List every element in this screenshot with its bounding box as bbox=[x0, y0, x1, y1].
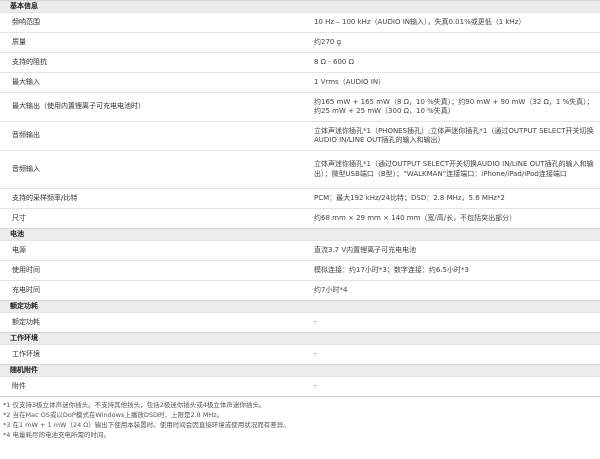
table-row: 支持的阻抗 8 Ω - 600 Ω bbox=[0, 52, 600, 73]
table-row: 使用时间 模拟连接：约17小时*3；数字连接：约6.5小时*3 bbox=[0, 260, 600, 281]
spec-label: 最大输出（使用内置锂离子可充电电池时） bbox=[0, 92, 300, 122]
table-row: 工作环境 - bbox=[0, 344, 600, 365]
spec-value: 约165 mW + 165 mW（8 Ω，10 %失真）；约90 mW + 90… bbox=[300, 92, 600, 122]
section-header: 工作环境 bbox=[0, 332, 600, 345]
table-row: 质量 约270 g bbox=[0, 32, 600, 53]
spec-label: 额定功耗 bbox=[0, 312, 300, 333]
section-title: 额定功耗 bbox=[0, 300, 600, 313]
spec-label: 质量 bbox=[0, 32, 300, 53]
spec-label: 工作环境 bbox=[0, 344, 300, 365]
table-row: 额定功耗 - bbox=[0, 312, 600, 333]
spec-table: 基本信息 频响范围 10 Hz – 100 kHz（AUDIO IN输入），失真0.… bbox=[0, 0, 600, 396]
section-header: 额定功耗 bbox=[0, 300, 600, 313]
section-title: 基本信息 bbox=[0, 0, 600, 13]
table-row: 音频输出 立体声迷你插孔*1（PHONES插孔）;立体声迷你插孔*1（通过OUTP… bbox=[0, 121, 600, 151]
table-row: 尺寸 约68 mm × 29 mm × 140 mm（宽/高/长，不包括突出部分） bbox=[0, 208, 600, 229]
table-row: 频响范围 10 Hz – 100 kHz（AUDIO IN输入），失真0.01%或… bbox=[0, 12, 600, 33]
table-row: 附件 - bbox=[0, 376, 600, 396]
table-row: 电源 直流3.7 V内置锂离子可充电电池 bbox=[0, 240, 600, 261]
footnotes: *1 仅支持3极立体声迷你插头。不支持其他插头，包括2极迷你插头或4极立体声迷你… bbox=[0, 396, 600, 440]
spec-value: 8 Ω - 600 Ω bbox=[300, 52, 600, 73]
spec-value: - bbox=[300, 344, 600, 365]
spec-label: 支持的采样频率/比特 bbox=[0, 188, 300, 209]
spec-label: 附件 bbox=[0, 376, 300, 396]
spec-value: 10 Hz – 100 kHz（AUDIO IN输入），失真0.01%或更低（1… bbox=[300, 12, 600, 33]
footnote: *1 仅支持3极立体声迷你插头。不支持其他插头，包括2极迷你插头或4极立体声迷你… bbox=[3, 401, 266, 409]
spec-value: 直流3.7 V内置锂离子可充电电池 bbox=[300, 240, 600, 261]
section-header: 随机附件 bbox=[0, 364, 600, 377]
spec-label: 尺寸 bbox=[0, 208, 300, 229]
table-row: 充电时间 约7小时*4 bbox=[0, 280, 600, 301]
table-row: 音频输入 立体声迷你插孔*1（通过OUTPUT SELECT开关切换AUDIO I… bbox=[0, 150, 600, 189]
footnote: *3 在1 mW + 1 mW（24 Ω）输出下使用本装置时。使用时间会因直接环… bbox=[3, 421, 290, 429]
section-title: 随机附件 bbox=[0, 364, 600, 377]
spec-value: PCM：最大192 kHz/24比特；DSD：2.8 MHz，5.6 MHz*2 bbox=[300, 188, 600, 209]
spec-value: - bbox=[300, 312, 600, 333]
spec-value: 约7小时*4 bbox=[300, 280, 600, 301]
spec-value: - bbox=[300, 376, 600, 396]
section-title: 工作环境 bbox=[0, 332, 600, 345]
spec-label: 电源 bbox=[0, 240, 300, 261]
spec-value: 模拟连接：约17小时*3；数字连接：约6.5小时*3 bbox=[300, 260, 600, 281]
spec-value: 立体声迷你插孔*1（PHONES插孔）;立体声迷你插孔*1（通过OUTPUT S… bbox=[300, 121, 600, 151]
spec-value: 约270 g bbox=[300, 32, 600, 53]
table-row: 最大输入 1 Vrms（AUDIO IN） bbox=[0, 72, 600, 93]
spec-label: 充电时间 bbox=[0, 280, 300, 301]
section-title: 电池 bbox=[0, 228, 600, 241]
spec-label: 频响范围 bbox=[0, 12, 300, 33]
section-header: 基本信息 bbox=[0, 0, 600, 13]
spec-value: 立体声迷你插孔*1（通过OUTPUT SELECT开关切换AUDIO IN/LI… bbox=[300, 150, 600, 189]
spec-label: 音频输入 bbox=[0, 150, 300, 189]
spec-label: 使用时间 bbox=[0, 260, 300, 281]
table-row: 支持的采样频率/比特 PCM：最大192 kHz/24比特；DSD：2.8 MHz… bbox=[0, 188, 600, 209]
spec-value: 约68 mm × 29 mm × 140 mm（宽/高/长，不包括突出部分） bbox=[300, 208, 600, 229]
footnote: *2 当在Mac OS或以DoP模式在Windows上播放DSD时，上限是2.8… bbox=[3, 411, 224, 419]
spec-label: 音频输出 bbox=[0, 121, 300, 151]
footnote: *4 电量耗尽的电池充电所需的时间。 bbox=[3, 431, 110, 439]
spec-value: 1 Vrms（AUDIO IN） bbox=[300, 72, 600, 93]
spec-label: 支持的阻抗 bbox=[0, 52, 300, 73]
spec-label: 最大输入 bbox=[0, 72, 300, 93]
table-row: 最大输出（使用内置锂离子可充电电池时） 约165 mW + 165 mW（8 Ω，… bbox=[0, 92, 600, 122]
section-header: 电池 bbox=[0, 228, 600, 241]
